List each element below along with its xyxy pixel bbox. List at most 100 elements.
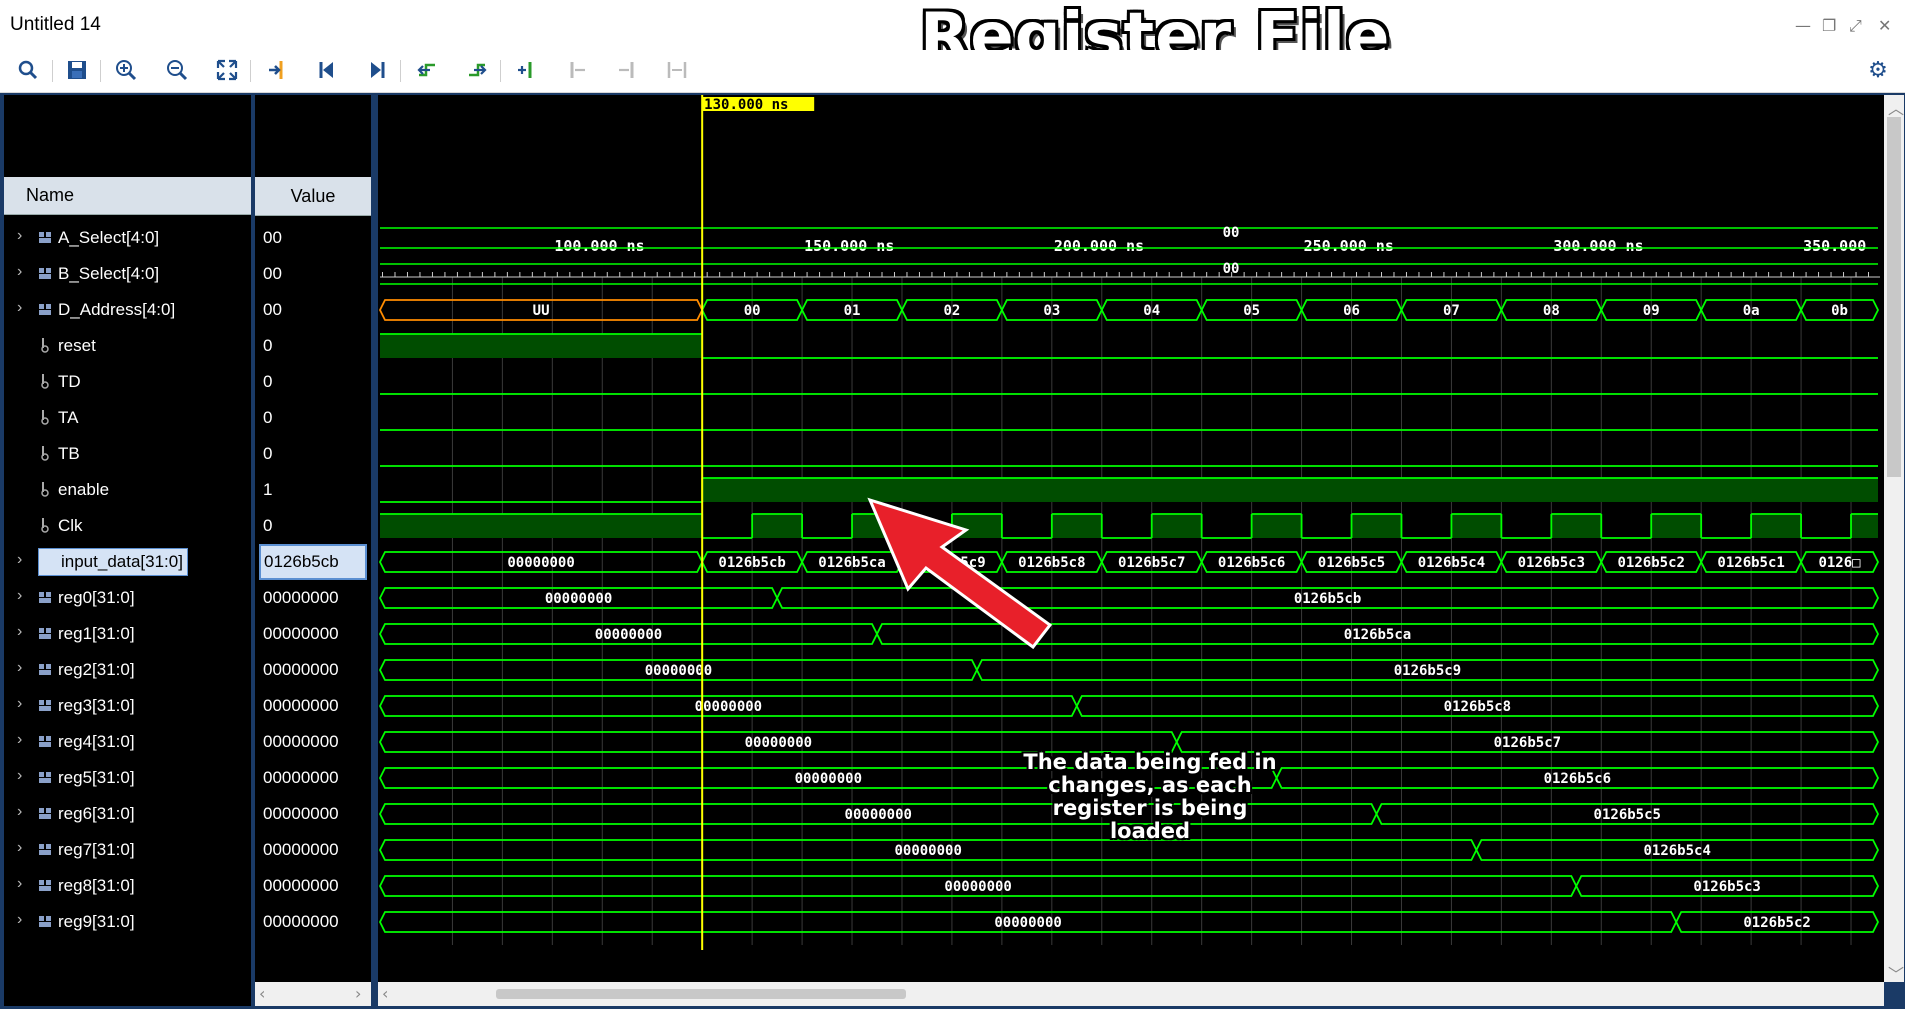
search-icon[interactable] [14,56,42,84]
waveform-canvas[interactable]: 100.000 ns 150.000 ns 200.000 ns 250.000 ns… [378,95,1884,982]
bus-signal-icon [38,625,52,645]
scroll-right-icon[interactable]: › [355,984,361,1003]
signal-row[interactable]: › D_Address[4:0] [4,292,251,328]
signal-value-cell[interactable]: 00000000 [255,688,371,724]
signal-row[interactable]: › reg2[31:0] [4,652,251,688]
go-to-start-icon[interactable] [313,56,341,84]
signal-value-cell[interactable]: 00000000 [255,616,371,652]
bus-signal-icon [38,697,52,717]
zoom-in-icon[interactable] [112,56,140,84]
minimize-icon[interactable]: — [1795,16,1811,35]
signal-row[interactable]: › reg0[31:0] [4,580,251,616]
signal-row[interactable]: › reg7[31:0] [4,832,251,868]
expand-chevron-icon[interactable]: › [17,263,22,281]
signal-row[interactable]: TA [4,400,251,436]
previous-transition-icon[interactable] [413,56,441,84]
signal-value-cell[interactable]: 00000000 [255,652,371,688]
value-horizontal-scrollbar[interactable]: ‹ › [255,982,371,1006]
signal-row[interactable]: Clk [4,508,251,544]
horizontal-scroll-thumb[interactable] [496,989,906,999]
swap-cursors-icon[interactable] [663,56,691,84]
bus-value-label: 00000000 [944,879,1011,895]
expand-chevron-icon[interactable]: › [17,911,22,929]
signal-row[interactable]: › input_data[31:0] [4,544,251,580]
vertical-scrollbar[interactable]: ︿ ﹀ [1884,95,1904,985]
scroll-left-icon[interactable]: ‹ [382,984,388,1003]
signal-value-cell[interactable]: 0 [255,508,371,544]
expand-chevron-icon[interactable]: › [17,551,22,569]
signal-icon [40,337,50,358]
signal-value-cell[interactable]: 00000000 [255,796,371,832]
signal-row[interactable]: › B_Select[4:0] [4,256,251,292]
zoom-fit-icon[interactable] [213,56,241,84]
signal-row[interactable]: reset [4,328,251,364]
expand-chevron-icon[interactable]: › [17,875,22,893]
signal-value-cell[interactable]: 0 [255,436,371,472]
signal-value-cell[interactable]: 00 [255,292,371,328]
go-to-end-icon[interactable] [363,56,391,84]
value-column: Value 00 00 00 0 0 0 0 1 0 0126b5cb 00000000 000000… [255,95,371,1006]
signal-row[interactable]: › A_Select[4:0] [4,220,251,256]
signal-row[interactable]: › reg3[31:0] [4,688,251,724]
expand-chevron-icon[interactable]: › [17,659,22,677]
add-marker-icon[interactable] [513,56,541,84]
vertical-scroll-thumb[interactable] [1887,117,1901,477]
next-transition-icon[interactable] [463,56,491,84]
signal-row[interactable]: › reg9[31:0] [4,904,251,940]
signal-value-cell[interactable]: 0 [255,400,371,436]
expand-chevron-icon[interactable]: › [17,839,22,857]
signal-value-cell[interactable]: 0126b5cb [259,544,367,580]
restore-icon[interactable]: ❐ [1822,16,1836,35]
signal-value-cell[interactable]: 00000000 [255,760,371,796]
bus-value-label: 0126□ [1818,555,1861,571]
signal-value-cell[interactable]: 00000000 [255,904,371,940]
expand-chevron-icon[interactable]: › [17,731,22,749]
signal-value-cell[interactable]: 1 [255,472,371,508]
scroll-left-icon[interactable]: ‹ [259,984,265,1003]
value-header[interactable]: Value [255,177,371,216]
waveform-area[interactable]: 100.000 ns 150.000 ns 200.000 ns 250.000 ns… [378,95,1884,982]
signal-row[interactable]: › reg1[31:0] [4,616,251,652]
expand-chevron-icon[interactable]: › [17,299,22,317]
signal-row[interactable]: TD [4,364,251,400]
zoom-out-icon[interactable] [163,56,191,84]
signal-value-cell[interactable]: 00000000 [255,832,371,868]
signal-value-cell[interactable]: 0 [255,328,371,364]
name-header[interactable]: Name [4,177,251,215]
scroll-up-icon[interactable]: ︿ [1888,95,1904,119]
signal-value: 00000000 [263,840,339,859]
previous-marker-icon[interactable] [563,56,591,84]
expand-chevron-icon[interactable]: › [17,803,22,821]
waveform-horizontal-scrollbar[interactable]: ‹ [378,982,1884,1006]
signal-row[interactable]: › reg8[31:0] [4,868,251,904]
go-to-cursor-icon[interactable] [263,56,291,84]
expand-chevron-icon[interactable]: › [17,767,22,785]
signal-row[interactable]: › reg6[31:0] [4,796,251,832]
signal-value-cell[interactable]: 00000000 [255,580,371,616]
signal-name: reg7[31:0] [58,840,135,859]
signal-row[interactable]: enable [4,472,251,508]
scroll-down-icon[interactable]: ﹀ [1888,961,1904,985]
signal-row[interactable]: › reg4[31:0] [4,724,251,760]
signal-value-cell[interactable]: 0 [255,364,371,400]
expand-chevron-icon[interactable]: › [17,623,22,641]
close-icon[interactable]: ✕ [1878,16,1891,35]
signal-row[interactable]: TB [4,436,251,472]
expand-chevron-icon[interactable]: › [17,587,22,605]
signal-high-fill [752,514,803,538]
expand-chevron-icon[interactable]: › [17,695,22,713]
bus-signal-icon [38,733,52,753]
signal-value-cell[interactable]: 00000000 [255,868,371,904]
signal-value-cell[interactable]: 00000000 [255,724,371,760]
signal-value: 00 [263,228,282,247]
save-icon[interactable] [63,56,91,84]
window-title: Untitled 14 [10,14,101,35]
signal-row[interactable]: › reg5[31:0] [4,760,251,796]
maximize-icon[interactable]: ⤢ [1849,16,1862,36]
signal-value-cell[interactable]: 00 [255,220,371,256]
expand-chevron-icon[interactable]: › [17,227,22,245]
settings-icon[interactable]: ⚙ [1864,56,1892,84]
bus-value-label: 0126b5c2 [1618,555,1685,571]
signal-value-cell[interactable]: 00 [255,256,371,292]
next-marker-icon[interactable] [613,56,641,84]
